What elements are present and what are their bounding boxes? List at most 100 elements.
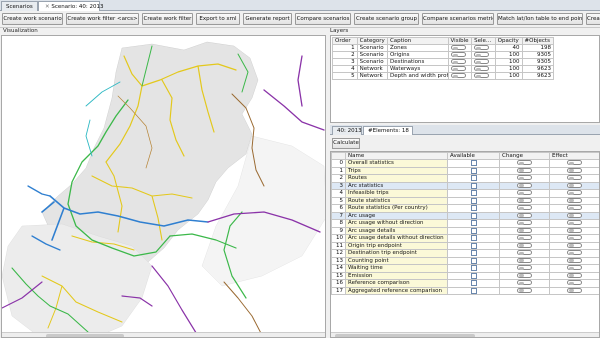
change-toggle[interactable] — [517, 242, 532, 248]
change-toggle[interactable] — [517, 182, 532, 188]
available-checkbox[interactable] — [470, 280, 477, 286]
element-row[interactable]: 16Reference comparisonT — [331, 279, 599, 288]
available-checkbox[interactable] — [470, 265, 477, 271]
selectable-toggle[interactable] — [474, 66, 490, 71]
col-objects[interactable]: #Objects — [521, 37, 555, 45]
selectable-toggle[interactable] — [474, 45, 490, 50]
col-selectable[interactable]: Sele… — [471, 37, 496, 45]
map-scroll-thumb[interactable] — [46, 334, 124, 337]
tab-elements[interactable]: #Elements: 18 — [363, 126, 413, 135]
match-latlon-button[interactable]: Match lat/lon table to end points — [497, 13, 583, 25]
available-checkbox[interactable] — [470, 242, 477, 249]
export-to-xml-button[interactable]: Export to xml — [196, 13, 240, 25]
change-toggle[interactable] — [517, 235, 532, 241]
compare-scenarios-metrics-button[interactable]: Compare scenarios metrics — [422, 13, 494, 25]
layer-opacity[interactable]: 100 — [494, 72, 523, 80]
selectable-toggle[interactable] — [474, 52, 490, 57]
map-view[interactable] — [1, 35, 326, 338]
col-name[interactable]: Name — [345, 152, 448, 160]
layer-opacity[interactable]: 100 — [494, 51, 523, 59]
effect-toggle[interactable] — [567, 265, 582, 271]
element-row[interactable]: 6Route statistics (Per country)C — [331, 204, 599, 213]
available-checkbox[interactable] — [470, 197, 477, 204]
visible-toggle[interactable] — [450, 66, 466, 71]
selectable-toggle[interactable] — [474, 59, 490, 64]
effect-toggle[interactable] — [567, 167, 582, 173]
element-row[interactable]: 8Arc usage without directionA — [331, 219, 599, 228]
available-checkbox[interactable] — [470, 167, 477, 174]
effect-toggle[interactable] — [567, 197, 582, 203]
change-toggle[interactable] — [517, 257, 532, 263]
element-row[interactable]: 7Arc usageC — [331, 211, 599, 220]
col-effect[interactable]: Effect — [549, 152, 599, 160]
effect-toggle[interactable] — [567, 250, 582, 256]
effect-toggle[interactable] — [567, 205, 582, 211]
generate-report-button[interactable]: Generate report — [243, 13, 292, 25]
effect-toggle[interactable] — [567, 287, 582, 293]
layer-opacity[interactable]: 40 — [494, 44, 523, 52]
effect-toggle[interactable] — [567, 220, 582, 226]
effect-toggle[interactable] — [567, 190, 582, 196]
available-checkbox[interactable] — [470, 220, 477, 226]
element-row[interactable]: 3Arc statisticsC — [331, 181, 599, 190]
waterway-map[interactable] — [2, 36, 326, 338]
element-row[interactable]: 2RoutesC — [331, 174, 599, 183]
change-toggle[interactable] — [517, 280, 532, 286]
available-checkbox[interactable] — [470, 190, 477, 196]
effect-toggle[interactable] — [567, 235, 582, 241]
element-row[interactable]: 1TripsT — [331, 166, 599, 175]
available-checkbox[interactable] — [470, 257, 477, 264]
available-checkbox[interactable] — [470, 235, 477, 241]
available-checkbox[interactable] — [470, 182, 477, 189]
layer-row[interactable]: 2 Scenario Origins 100 9305 — [332, 51, 555, 59]
change-toggle[interactable] — [517, 220, 532, 226]
change-toggle[interactable] — [517, 167, 532, 173]
change-toggle[interactable] — [517, 212, 532, 218]
change-toggle[interactable] — [517, 227, 532, 233]
col-opacity[interactable]: Opacity — [494, 37, 523, 45]
change-toggle[interactable] — [517, 160, 532, 166]
layer-row[interactable]: 3 Scenario Destinations 100 9305 — [332, 58, 555, 66]
create-work-filter-button[interactable]: Create work filter — [142, 13, 193, 25]
effect-toggle[interactable] — [567, 242, 582, 248]
element-row[interactable]: 12Destination trip endpointT — [331, 249, 599, 258]
layer-row[interactable]: 4 Network Waterways 100 9623 — [332, 65, 555, 73]
available-checkbox[interactable] — [470, 212, 477, 219]
close-icon[interactable]: ✕ — [45, 4, 50, 10]
col-caption[interactable]: Caption — [386, 37, 449, 45]
visible-toggle[interactable] — [450, 45, 466, 50]
element-row[interactable]: 9Arc usage detailsT — [331, 226, 599, 235]
effect-toggle[interactable] — [567, 257, 582, 263]
change-toggle[interactable] — [517, 265, 532, 271]
effect-toggle[interactable] — [567, 272, 582, 278]
col-visible[interactable]: Visible — [447, 37, 473, 45]
element-row[interactable]: 10Arc usage details without directionA — [331, 234, 599, 243]
available-checkbox[interactable] — [470, 205, 477, 211]
change-toggle[interactable] — [517, 205, 532, 211]
col-available[interactable]: Available — [447, 152, 500, 160]
available-checkbox[interactable] — [470, 227, 477, 234]
layer-opacity[interactable]: 100 — [494, 58, 523, 66]
element-row[interactable]: 14Waiting timeT — [331, 264, 599, 273]
elements-horizontal-scrollbar[interactable] — [331, 332, 599, 337]
visible-toggle[interactable] — [450, 73, 466, 78]
change-toggle[interactable] — [517, 197, 532, 203]
selectable-toggle[interactable] — [474, 73, 490, 78]
layer-row[interactable]: 1 Scenario Zones 40 198 — [332, 44, 555, 52]
available-checkbox[interactable] — [470, 272, 477, 279]
create-scenario-group-button[interactable]: Create scenario group — [354, 13, 419, 25]
element-row[interactable]: 15EmissionT — [331, 271, 599, 280]
effect-toggle[interactable] — [567, 227, 582, 233]
layer-row[interactable]: 5 Network Depth and width profile 100 96… — [332, 72, 555, 80]
map-horizontal-scrollbar[interactable] — [2, 332, 325, 337]
calculate-button[interactable]: Calculate — [332, 138, 360, 149]
col-category[interactable]: Category — [356, 37, 388, 45]
element-row[interactable]: 13Counting pointT — [331, 256, 599, 265]
change-toggle[interactable] — [517, 175, 532, 181]
available-checkbox[interactable] — [470, 287, 477, 294]
effect-toggle[interactable] — [567, 160, 582, 166]
element-row[interactable]: 17Aggregated reference comparisonT — [331, 286, 599, 295]
effect-toggle[interactable] — [567, 175, 582, 181]
change-toggle[interactable] — [517, 190, 532, 196]
effect-toggle[interactable] — [567, 280, 582, 286]
